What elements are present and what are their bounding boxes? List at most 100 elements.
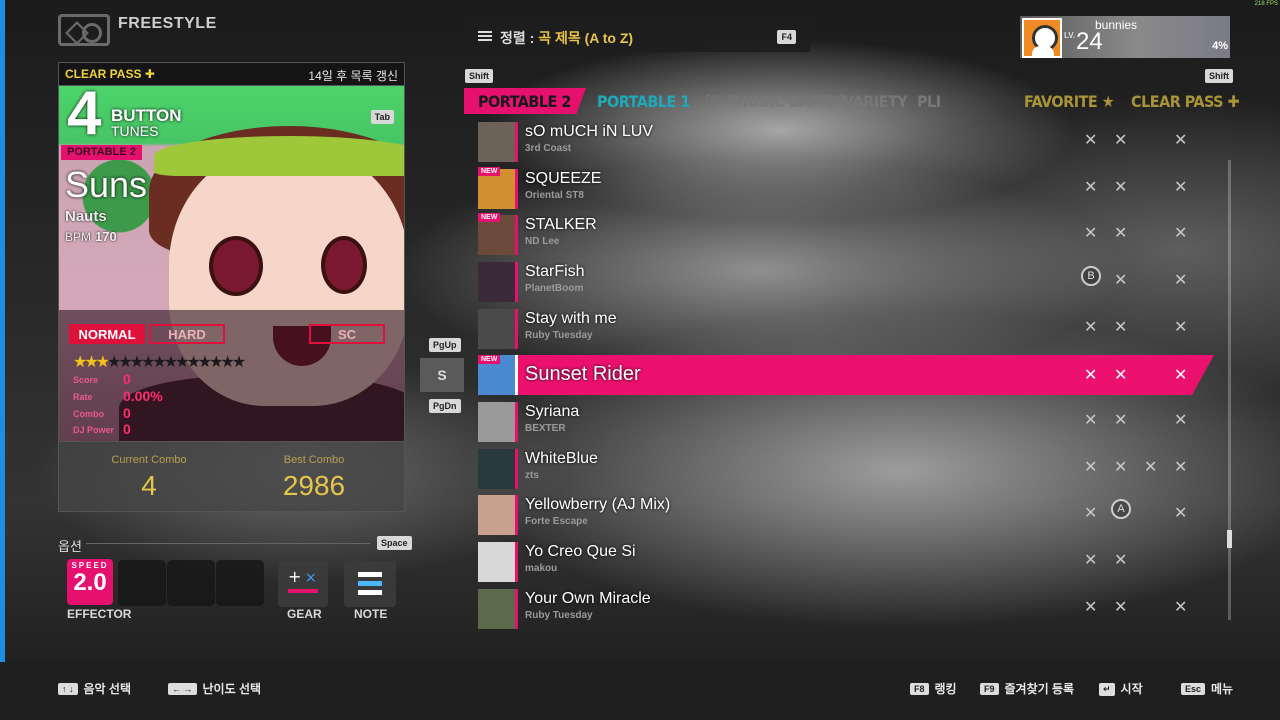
game-logo-icon <box>58 14 110 46</box>
button-count: 4 <box>67 86 102 148</box>
no-clear-mark-icon: ✕ <box>1084 225 1098 242</box>
option-slot-2[interactable] <box>167 560 215 606</box>
current-letter-jump[interactable]: S <box>420 358 464 392</box>
effector-label: EFFECTOR <box>67 607 132 621</box>
sort-bar[interactable]: 정렬 : 곡 제목 (A to Z) F4 <box>464 22 810 52</box>
hint-label: 랭킹 <box>934 682 957 696</box>
hint-difficulty-select: ← → 난이도 선택 <box>168 680 261 697</box>
card-header: CLEAR PASS ✚ 14일 후 목록 갱신 <box>58 62 405 86</box>
no-clear-mark-icon: ✕ <box>1084 599 1098 616</box>
tunes-label: TUNES <box>111 123 159 139</box>
note-label: NOTE <box>354 607 388 621</box>
song-row[interactable]: NEW STALKER ND Lee ✕ ✕ ✕ <box>478 213 1214 257</box>
no-clear-mark-icon: ✕ <box>1174 599 1188 616</box>
difficulty-hard[interactable]: HARD <box>149 324 225 344</box>
shift-left-key-hint[interactable]: Shift <box>465 69 493 83</box>
level-stars-empty: ★★★★★★★★★★★★ <box>107 354 246 371</box>
new-badge: NEW <box>478 355 501 364</box>
option-slot-3[interactable] <box>216 560 264 606</box>
song-row[interactable]: StarFish PlanetBoom B ✕ ✕ <box>478 260 1214 304</box>
menu-icon <box>478 31 492 33</box>
song-list-scroll-thumb[interactable] <box>1227 530 1232 548</box>
shift-right-key-hint[interactable]: Shift <box>1205 69 1233 83</box>
sort-prefix: 정렬 : <box>500 30 535 46</box>
no-clear-mark-icon: ✕ <box>1174 132 1188 149</box>
tab-favorite[interactable]: FAVORITE ★ <box>1024 92 1115 111</box>
song-artist: Oriental ST8 <box>525 190 584 201</box>
song-artist: PlanetBoom <box>525 283 584 294</box>
no-clear-mark-icon: ✕ <box>1084 505 1098 522</box>
no-clear-mark-icon: ✕ <box>1174 459 1188 476</box>
no-clear-mark-icon: ✕ <box>1174 505 1188 522</box>
no-clear-mark-icon: ✕ <box>1144 459 1158 476</box>
pgdn-key-hint[interactable]: PgDn <box>429 399 461 413</box>
exp-percent: 4% <box>1212 40 1228 52</box>
pgup-key-hint[interactable]: PgUp <box>429 338 461 352</box>
clear-medal-a-icon: A <box>1111 499 1131 519</box>
jacket-art-eye-right <box>321 236 367 294</box>
tab-clear-pass[interactable]: CLEAR PASS ✚ <box>1131 92 1240 111</box>
song-title: WhiteBlue <box>525 450 598 467</box>
best-combo-label: Best Combo <box>283 454 345 466</box>
song-row[interactable]: Stay with me Ruby Tuesday ✕ ✕ ✕ <box>478 307 1214 351</box>
enter-key: ↵ <box>1099 683 1115 696</box>
hint-label: 시작 <box>1120 682 1143 696</box>
tab-portable-2[interactable]: PORTABLE 2 <box>478 92 571 111</box>
song-row[interactable]: Your Own Miracle Ruby Tuesday ✕ ✕ ✕ <box>478 587 1214 631</box>
song-thumbnail <box>478 402 518 442</box>
song-list-scrollbar[interactable] <box>1228 160 1231 620</box>
no-clear-mark-icon: ✕ <box>1114 412 1128 429</box>
song-row[interactable]: Syriana BEXTER ✕ ✕ ✕ <box>478 400 1214 444</box>
song-row[interactable]: sO mUCH iN LUV 3rd Coast ✕ ✕ ✕ <box>478 120 1214 164</box>
mode-title: FREESTYLE <box>118 15 217 32</box>
tab-portable-1[interactable]: PORTABLE 1 <box>597 92 690 111</box>
svg-text:+: + <box>288 567 301 586</box>
best-combo-value: 2986 <box>282 470 346 501</box>
hint-menu[interactable]: Esc 메뉴 <box>1181 680 1233 697</box>
song-row[interactable]: NEW SQUEEZE Oriental ST8 ✕ ✕ ✕ <box>478 167 1214 211</box>
tab-pli[interactable]: PLI <box>917 92 941 111</box>
gear-label: GEAR <box>287 607 322 621</box>
avatar <box>1022 18 1062 58</box>
sort-label: 정렬 : 곡 제목 (A to Z) <box>500 28 633 48</box>
gear-icon: + × <box>288 567 318 593</box>
series-badge: PORTABLE 2 <box>61 145 142 160</box>
f4-key-hint[interactable]: F4 <box>777 30 796 44</box>
no-clear-mark-icon: ✕ <box>1084 179 1098 196</box>
difficulty-sc[interactable]: SC <box>309 324 385 344</box>
song-row[interactable]: Yellowberry (AJ Mix) Forte Escape ✕ A ✕ <box>478 493 1214 537</box>
song-title: Yellowberry (AJ Mix) <box>525 496 671 513</box>
speed-option-button[interactable]: SPEED 2.0 <box>67 559 113 605</box>
tab-key-hint[interactable]: Tab <box>370 110 394 124</box>
hint-music-select: ↑ ↓ 음악 선택 <box>58 680 131 697</box>
song-row[interactable]: WhiteBlue zts ✕ ✕ ✕ ✕ <box>478 447 1214 491</box>
option-slot-1[interactable] <box>118 560 166 606</box>
note-icon <box>358 572 382 595</box>
combo-label: Combo <box>73 409 104 419</box>
left-accent-strip <box>0 0 5 720</box>
no-clear-mark-icon: ✕ <box>1084 319 1098 336</box>
level-stars-filled: ★★★ <box>73 354 110 371</box>
current-combo-label: Current Combo <box>111 454 187 466</box>
song-title: StarFish <box>525 263 585 280</box>
esc-key: Esc <box>1181 683 1206 695</box>
gear-option-button[interactable]: + × <box>278 561 328 607</box>
no-clear-mark-icon: ✕ <box>1174 179 1188 196</box>
song-row[interactable]: Yo Creo Que Si makou ✕ ✕ <box>478 540 1214 584</box>
song-title: sO mUCH iN LUV <box>525 123 654 140</box>
space-key-hint[interactable]: Space <box>377 536 412 550</box>
no-clear-mark-icon: ✕ <box>1114 599 1128 616</box>
song-row-selected[interactable]: NEW Sunset Rider ✕ ✕ ✕ <box>478 355 1214 395</box>
no-clear-mark-icon: ✕ <box>1114 225 1128 242</box>
difficulty-normal[interactable]: NORMAL <box>69 324 145 344</box>
note-option-button[interactable] <box>344 561 396 607</box>
hint-ranking[interactable]: F8 랭킹 <box>910 680 957 697</box>
bpm-readout: BPM 170 <box>65 229 117 244</box>
tab-variety[interactable]: VARIETY <box>843 92 908 111</box>
song-title: SQUEEZE <box>525 170 602 187</box>
hint-start[interactable]: ↵ 시작 <box>1099 680 1143 697</box>
song-title: STALKER <box>525 216 597 233</box>
player-profile[interactable]: bunnies LV. 24 4% <box>1020 16 1230 58</box>
hint-add-favorite[interactable]: F9 즐겨찾기 등록 <box>980 680 1074 697</box>
no-clear-mark-icon: ✕ <box>1084 459 1098 476</box>
